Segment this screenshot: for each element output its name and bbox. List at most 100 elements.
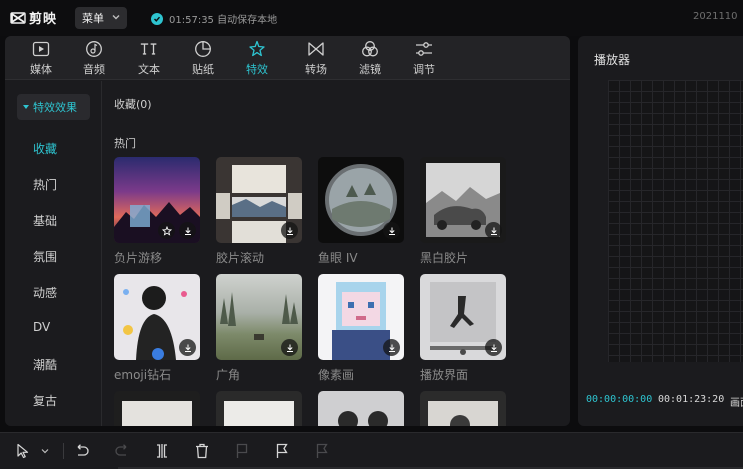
player-ratio-label[interactable]: 画面 bbox=[730, 394, 743, 409]
effect-tile[interactable] bbox=[318, 391, 404, 426]
player-title: 播放器 bbox=[594, 53, 631, 67]
download-icon[interactable] bbox=[179, 222, 196, 239]
tab-transition[interactable]: 转场 bbox=[289, 39, 343, 79]
effect-tile[interactable]: emoji钻石 bbox=[114, 274, 200, 383]
app-logo: 剪映 bbox=[10, 8, 57, 27]
flag-icon bbox=[276, 443, 288, 458]
effect-label: 胶片滚动 bbox=[216, 251, 265, 265]
split-button[interactable] bbox=[153, 442, 171, 460]
redo-button[interactable] bbox=[113, 442, 131, 460]
undo-icon bbox=[77, 444, 89, 456]
effect-tile[interactable]: 黑白胶片 bbox=[420, 157, 506, 266]
redo-icon bbox=[115, 444, 127, 456]
effect-tile[interactable]: 胶片滚动 bbox=[216, 157, 302, 266]
tab-media-label: 媒体 bbox=[30, 63, 52, 76]
sticker-icon bbox=[194, 40, 212, 58]
effect-label: 像素画 bbox=[318, 368, 355, 382]
undo-button[interactable] bbox=[73, 442, 91, 460]
preview-canvas[interactable] bbox=[608, 80, 743, 362]
audio-icon bbox=[85, 40, 103, 58]
effect-tile[interactable] bbox=[216, 391, 302, 426]
category-group-header[interactable]: 特效效果 bbox=[17, 94, 90, 120]
chevron-down-icon bbox=[112, 15, 120, 20]
title-bar: 剪映 菜单 01:57:35 自动保存本地 2021110 bbox=[0, 0, 743, 36]
media-icon bbox=[32, 40, 50, 58]
freeze-icon bbox=[236, 443, 248, 458]
tab-effects[interactable]: 特效 bbox=[230, 39, 284, 79]
sidebar-item-retro[interactable]: 复古 bbox=[33, 392, 57, 409]
check-icon bbox=[151, 12, 163, 25]
tab-audio[interactable]: 音频 bbox=[67, 39, 121, 79]
toolbar-divider bbox=[63, 443, 64, 459]
effect-tile[interactable] bbox=[420, 391, 506, 426]
effect-thumbnail bbox=[216, 391, 302, 426]
remove-marker-button[interactable] bbox=[313, 442, 331, 460]
total-timecode: 00:01:23:20 bbox=[658, 394, 725, 405]
autosave-text: 01:57:35 自动保存本地 bbox=[169, 15, 278, 26]
add-marker-button[interactable] bbox=[273, 442, 291, 460]
current-timecode: 00:00:00:00 bbox=[586, 394, 653, 405]
tab-adjust[interactable]: 调节 bbox=[397, 39, 451, 79]
favorite-star-icon[interactable] bbox=[158, 222, 175, 239]
menu-button-label: 菜单 bbox=[82, 12, 104, 25]
effect-tile[interactable]: 广角 bbox=[216, 274, 302, 383]
tab-effects-label: 特效 bbox=[246, 63, 268, 76]
autosave-status: 01:57:35 自动保存本地 bbox=[151, 11, 277, 26]
tab-transition-label: 转场 bbox=[305, 63, 327, 76]
effect-tile[interactable]: 鱼眼 IV bbox=[318, 157, 404, 266]
sidebar-item-atmosphere[interactable]: 氛围 bbox=[33, 248, 57, 265]
effects-category-sidebar: 特效效果 收藏 热门 基础 氛围 动感 DV 潮酷 复古 bbox=[5, 81, 102, 426]
effect-thumbnail bbox=[420, 157, 506, 243]
select-mode-dropdown[interactable] bbox=[36, 442, 54, 460]
download-icon[interactable] bbox=[383, 339, 400, 356]
effect-label: 鱼眼 IV bbox=[318, 251, 358, 265]
effect-thumbnail bbox=[114, 157, 200, 243]
caret-down-icon bbox=[23, 105, 29, 109]
effect-thumbnail bbox=[114, 391, 200, 426]
effect-thumbnail bbox=[318, 157, 404, 243]
sidebar-item-dynamic[interactable]: 动感 bbox=[33, 284, 57, 301]
download-icon[interactable] bbox=[179, 339, 196, 356]
effect-label: emoji钻石 bbox=[114, 368, 172, 382]
tab-sticker-label: 贴纸 bbox=[192, 63, 214, 76]
tab-filter[interactable]: 滤镜 bbox=[343, 39, 397, 79]
text-icon bbox=[140, 40, 158, 58]
favorites-section-title: 收藏(0) bbox=[114, 98, 152, 111]
effect-tile[interactable]: 像素画 bbox=[318, 274, 404, 383]
app-name: 剪映 bbox=[29, 12, 58, 27]
effect-tile[interactable]: 负片游移 bbox=[114, 157, 200, 266]
effect-label: 黑白胶片 bbox=[420, 251, 469, 265]
effect-tile[interactable]: 播放界面 bbox=[420, 274, 506, 383]
flag-disabled-icon bbox=[316, 443, 328, 458]
effect-label: 负片游移 bbox=[114, 251, 163, 265]
tab-adjust-label: 调节 bbox=[413, 63, 435, 76]
select-tool-button[interactable] bbox=[14, 442, 32, 460]
delete-button[interactable] bbox=[193, 442, 211, 460]
effects-grid: 收藏(0) 热门 负片游移 胶片滚动 鱼眼 IV 黑白胶片 emoji钻石 广角… bbox=[103, 81, 570, 426]
effect-thumbnail bbox=[318, 391, 404, 426]
download-icon[interactable] bbox=[281, 222, 298, 239]
tab-text-label: 文本 bbox=[138, 63, 160, 76]
sidebar-item-dv[interactable]: DV bbox=[33, 320, 50, 334]
effect-label: 播放界面 bbox=[420, 368, 469, 382]
tab-sticker[interactable]: 贴纸 bbox=[176, 39, 230, 79]
effect-tile[interactable] bbox=[114, 391, 200, 426]
download-icon[interactable] bbox=[485, 339, 502, 356]
download-icon[interactable] bbox=[383, 222, 400, 239]
freeze-frame-button[interactable] bbox=[233, 442, 251, 460]
tab-media[interactable]: 媒体 bbox=[14, 39, 68, 79]
sidebar-item-basic[interactable]: 基础 bbox=[33, 212, 57, 229]
sidebar-item-cool[interactable]: 潮酷 bbox=[33, 356, 57, 373]
tab-audio-label: 音频 bbox=[83, 63, 105, 76]
effect-thumbnail bbox=[420, 391, 506, 426]
sidebar-item-hot[interactable]: 热门 bbox=[33, 176, 57, 193]
materials-panel: 媒体 音频 文本 贴纸 特效 转场 滤镜 调节 特效效果 收藏 热门 基础 氛围… bbox=[5, 36, 570, 426]
effect-thumbnail bbox=[420, 274, 506, 360]
effect-thumbnail bbox=[216, 157, 302, 243]
menu-button[interactable]: 菜单 bbox=[75, 7, 127, 29]
tab-text[interactable]: 文本 bbox=[122, 39, 176, 79]
download-icon[interactable] bbox=[485, 222, 502, 239]
chevron-down-icon bbox=[41, 449, 49, 454]
download-icon[interactable] bbox=[281, 339, 298, 356]
sidebar-item-favorites[interactable]: 收藏 bbox=[33, 140, 57, 157]
